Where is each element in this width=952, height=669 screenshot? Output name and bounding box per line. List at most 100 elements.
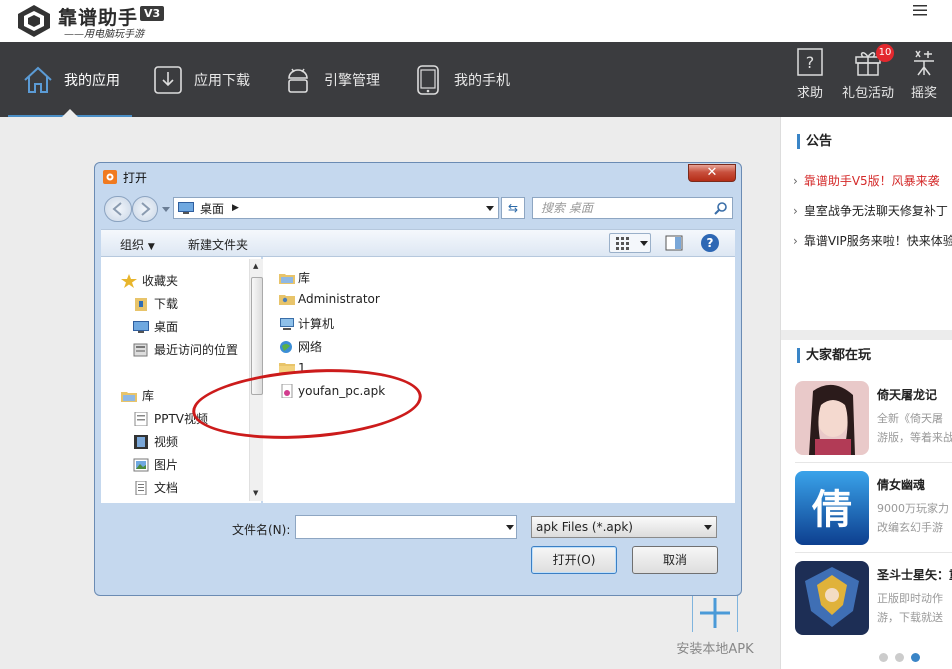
open-button[interactable]: 打开(O) xyxy=(531,546,617,574)
organize-label: 组织 xyxy=(120,238,145,252)
notice-text: 靠谱VIP服务来啦！快来体验 xyxy=(803,234,952,248)
view-grid-icon xyxy=(616,237,629,250)
file-item[interactable]: 计算机 xyxy=(279,315,334,332)
game-thumbnail: 倩 xyxy=(795,471,869,545)
chevron-right-icon: › xyxy=(793,234,798,248)
game-item[interactable]: 倚天屠龙记 全新《倚天屠 游版，等着来战 xyxy=(795,381,952,461)
dialog-close-button[interactable]: ✕ xyxy=(688,164,736,182)
right-panel: 公告 › 靠谱助手V5版！风暴来袭 › 皇室战争无法聊天修复补丁 › 靠谱VIP服务来… xyxy=(780,117,952,669)
svg-text:?: ? xyxy=(806,53,815,72)
nav-favorites[interactable]: 收藏夹 xyxy=(121,272,178,289)
nav-label: 应用下载 xyxy=(194,72,250,89)
chevron-right-icon: › xyxy=(793,204,798,218)
game-name: 倚天屠龙记 xyxy=(877,388,938,402)
notice-item[interactable]: › 靠谱VIP服务来啦！快来体验 xyxy=(793,232,952,249)
nav-downloads[interactable]: 下载 xyxy=(133,295,178,312)
nav-documents[interactable]: 文档 xyxy=(133,479,178,496)
preview-pane-icon[interactable] xyxy=(664,234,684,252)
chevron-down-icon: ▼ xyxy=(147,242,155,252)
game-desc-line: 正版即时动作 xyxy=(877,592,943,605)
downloads-folder-icon xyxy=(135,297,147,311)
back-button[interactable] xyxy=(104,196,132,222)
game-desc: 正版即时动作 游，下载就送 xyxy=(877,589,952,627)
tool-label: 摇奖 xyxy=(910,86,937,101)
game-item[interactable]: 圣斗士星矢：重生 正版即时动作游，下载就送 xyxy=(795,561,952,641)
version-badge: V3 xyxy=(140,6,165,21)
carousel-dot[interactable] xyxy=(879,653,888,662)
scroll-down-icon[interactable]: ▼ xyxy=(253,489,258,497)
svg-text:倩: 倩 xyxy=(811,486,852,533)
install-label: 安装本地APK xyxy=(676,642,754,657)
nav-my-apps[interactable]: 我的应用 xyxy=(22,42,120,117)
phone-icon xyxy=(412,64,444,96)
game-desc-line: 全新《倚天屠 xyxy=(877,412,943,425)
filename-input[interactable] xyxy=(295,515,517,539)
view-options-button[interactable] xyxy=(609,233,651,253)
app-logo-icon xyxy=(18,5,50,37)
nav-recent-places[interactable]: 最近访问的位置 xyxy=(133,341,238,358)
help-button[interactable]: ? 求助 xyxy=(790,42,830,117)
app-window-icon xyxy=(103,170,117,184)
nav-engine-manage[interactable]: 引擎管理 xyxy=(282,42,380,117)
nav-libraries[interactable]: 库 xyxy=(121,387,154,404)
lottery-icon xyxy=(914,50,934,76)
popular-games-title: 大家都在玩 xyxy=(797,348,871,363)
star-icon xyxy=(121,273,137,288)
file-name: 网络 xyxy=(298,340,323,354)
scroll-up-icon[interactable]: ▲ xyxy=(253,262,258,270)
organize-button[interactable]: 组织 ▼ xyxy=(120,236,155,253)
lottery-button[interactable]: 摇奖 xyxy=(904,42,944,117)
nav-pane-label: 下载 xyxy=(154,297,179,311)
chevron-right-icon[interactable]: ▶ xyxy=(232,203,239,213)
file-name: 计算机 xyxy=(298,317,335,331)
notice-text: 靠谱助手V5版！风暴来袭 xyxy=(803,174,940,188)
file-item[interactable]: 网络 xyxy=(279,338,322,355)
list-divider xyxy=(795,552,952,553)
notice-item[interactable]: › 皇室战争无法聊天修复补丁 xyxy=(793,202,952,219)
help-icon[interactable]: ? xyxy=(701,234,719,252)
filename-label: 文件名(N): xyxy=(232,523,291,537)
network-icon xyxy=(280,340,292,353)
cancel-button[interactable]: 取消 xyxy=(632,546,718,574)
notice-item[interactable]: › 靠谱助手V5版！风暴来袭 xyxy=(793,172,952,189)
address-dropdown-icon[interactable] xyxy=(486,206,494,211)
refresh-button[interactable]: ⇆ xyxy=(501,197,525,219)
game-item[interactable]: 倩 倩女幽魂 9000万玩家力 改编玄幻手游 xyxy=(795,471,952,551)
carousel-dot[interactable] xyxy=(895,653,904,662)
dialog-title: 打开 xyxy=(123,171,148,185)
library-icon xyxy=(279,273,295,284)
address-bar[interactable]: 桌面 ▶ xyxy=(173,197,499,219)
filename-dropdown-icon[interactable] xyxy=(506,525,514,530)
history-dropdown-icon[interactable] xyxy=(162,207,170,212)
filetype-select[interactable]: apk Files (*.apk) xyxy=(531,516,717,538)
carousel-dot-active[interactable] xyxy=(911,653,920,662)
notice-text: 皇室战争无法聊天修复补丁 xyxy=(803,204,948,218)
new-folder-button[interactable]: 新建文件夹 xyxy=(188,236,248,253)
search-input[interactable]: 搜索 桌面 xyxy=(532,197,733,219)
computer-icon xyxy=(280,317,294,330)
file-item[interactable]: 库 xyxy=(279,269,310,286)
nav-my-phone[interactable]: 我的手机 xyxy=(412,42,510,117)
game-name: 倩女幽魂 xyxy=(877,478,926,492)
arrow-left-icon xyxy=(112,202,122,216)
app-slogan: ——用电脑玩手游 xyxy=(64,29,144,40)
android-icon xyxy=(282,64,314,96)
install-local-apk[interactable]: 安装本地APK xyxy=(660,592,770,657)
download-icon xyxy=(152,64,184,96)
forward-button[interactable] xyxy=(132,196,158,222)
file-item[interactable]: Administrator xyxy=(279,292,380,306)
nav-desktop[interactable]: 桌面 xyxy=(133,318,178,335)
nav-label: 引擎管理 xyxy=(324,72,380,89)
nav-app-download[interactable]: 应用下载 xyxy=(152,42,250,117)
file-name: Administrator xyxy=(298,292,380,306)
nav-videos[interactable]: 视频 xyxy=(133,433,178,450)
tool-label: 礼包活动 xyxy=(841,86,894,101)
nav-pane-label: 视频 xyxy=(154,435,179,449)
nav-pictures[interactable]: 图片 xyxy=(133,456,178,473)
chevron-right-icon: › xyxy=(793,174,798,188)
search-icon[interactable] xyxy=(714,201,728,215)
game-name: 圣斗士星矢：重生 xyxy=(877,568,952,582)
open-file-dialog: 打开 ✕ 桌面 ▶ ⇆ 搜索 桌面 组织 ▼ 新建文件夹 ? 收藏夹 下载 桌面… xyxy=(94,162,742,596)
menu-icon[interactable] xyxy=(912,4,928,16)
navigation-pane: 收藏夹 下载 桌面 最近访问的位置 库 PPTV视频 视频 图片 文档 ▲ ▼ xyxy=(101,257,263,503)
